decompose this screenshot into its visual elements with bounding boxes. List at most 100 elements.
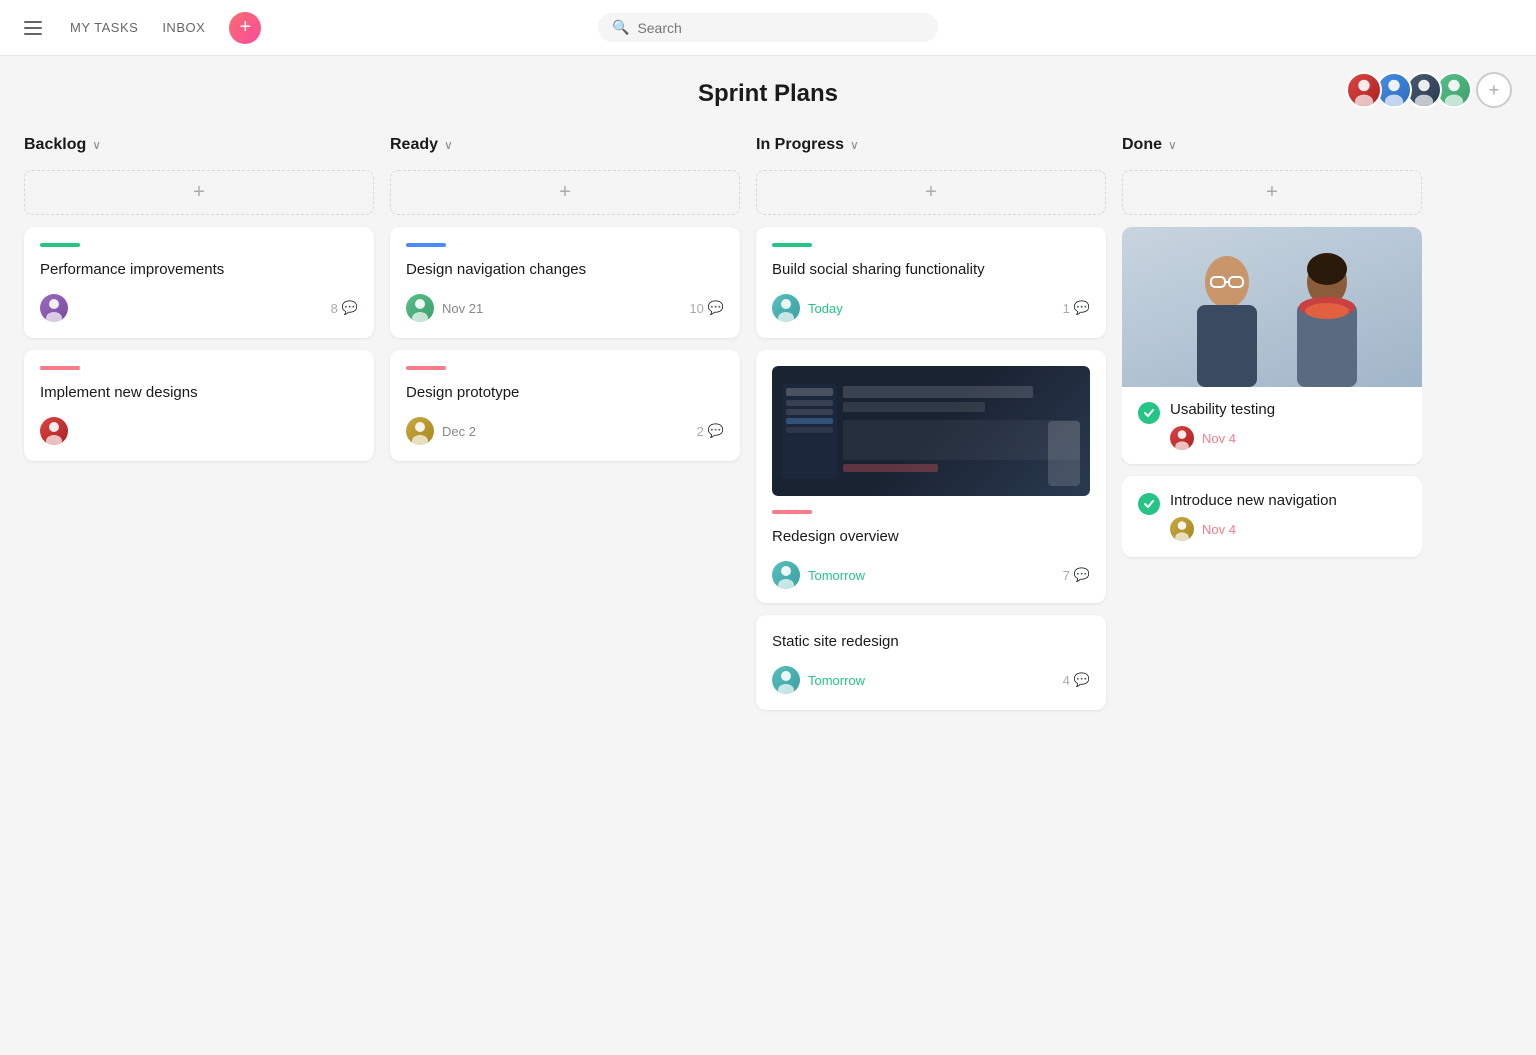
card-date: Nov 21 bbox=[442, 301, 483, 316]
add-card-inprogress[interactable]: + bbox=[756, 170, 1106, 215]
check-icon bbox=[1138, 493, 1160, 515]
my-tasks-link[interactable]: MY TASKS bbox=[70, 20, 138, 35]
card-date: Tomorrow bbox=[808, 673, 865, 688]
column-header-ready: Ready ∨ bbox=[390, 132, 740, 158]
card-footer-left bbox=[40, 294, 68, 322]
card-comments: 7 💬 bbox=[1063, 567, 1090, 583]
add-button[interactable]: + bbox=[229, 12, 261, 44]
done-card-content: Usability testing Nov 4 bbox=[1170, 401, 1406, 450]
ready-chevron[interactable]: ∨ bbox=[444, 138, 453, 152]
card-footer: Tomorrow 4 💬 bbox=[772, 666, 1090, 694]
search-bar: 🔍 bbox=[598, 13, 938, 42]
card-avatar bbox=[772, 294, 800, 322]
card-footer-left: Today bbox=[772, 294, 843, 322]
hamburger-menu[interactable] bbox=[20, 17, 46, 39]
card-title: Design prototype bbox=[406, 382, 724, 403]
comment-count: 2 bbox=[697, 424, 704, 439]
comment-count: 7 bbox=[1063, 568, 1070, 583]
column-title-backlog: Backlog bbox=[24, 136, 86, 154]
page-title: Sprint Plans bbox=[698, 80, 838, 108]
card-title: Static site redesign bbox=[772, 631, 1090, 652]
top-navigation: MY TASKS INBOX + 🔍 bbox=[0, 0, 1536, 56]
card-footer: Dec 2 2 💬 bbox=[406, 417, 724, 445]
card-performance-improvements: Performance improvements 8 💬 bbox=[24, 227, 374, 338]
inbox-link[interactable]: INBOX bbox=[162, 20, 205, 35]
inprogress-chevron[interactable]: ∨ bbox=[850, 138, 859, 152]
card-date: Tomorrow bbox=[808, 568, 865, 583]
card-avatar bbox=[772, 666, 800, 694]
card-accent bbox=[40, 366, 80, 370]
comment-icon: 💬 bbox=[1074, 567, 1090, 583]
card-comments: 2 💬 bbox=[697, 423, 724, 439]
search-input[interactable] bbox=[637, 20, 924, 36]
column-backlog: Backlog ∨ + Performance improvements 8 bbox=[24, 132, 374, 473]
card-comments: 8 💬 bbox=[331, 300, 358, 316]
team-avatars: + bbox=[1346, 72, 1512, 108]
card-implement-new-designs: Implement new designs bbox=[24, 350, 374, 461]
card-title: Design navigation changes bbox=[406, 259, 724, 280]
done-card-inner: Introduce new navigation Nov 4 bbox=[1138, 492, 1406, 541]
add-card-ready[interactable]: + bbox=[390, 170, 740, 215]
done-card-date: Nov 4 bbox=[1202, 522, 1236, 537]
backlog-chevron[interactable]: ∨ bbox=[92, 138, 101, 152]
check-icon bbox=[1138, 402, 1160, 424]
column-title-done: Done bbox=[1122, 136, 1162, 154]
card-date: Today bbox=[808, 301, 843, 316]
nav-left: MY TASKS INBOX + bbox=[20, 12, 261, 44]
card-accent bbox=[406, 243, 446, 247]
card-comments: 10 💬 bbox=[689, 300, 724, 316]
comment-count: 4 bbox=[1063, 673, 1070, 688]
card-avatar bbox=[40, 417, 68, 445]
column-done: Done ∨ + bbox=[1122, 132, 1422, 569]
search-icon: 🔍 bbox=[612, 19, 629, 36]
avatar-1[interactable] bbox=[1346, 72, 1382, 108]
done-card-content: Introduce new navigation Nov 4 bbox=[1170, 492, 1406, 541]
comment-count: 8 bbox=[331, 301, 338, 316]
done-card-footer: Nov 4 bbox=[1170, 426, 1406, 450]
card-image-usability bbox=[1122, 227, 1422, 387]
card-accent bbox=[772, 243, 812, 247]
card-footer-left: Tomorrow bbox=[772, 561, 865, 589]
card-image bbox=[772, 366, 1090, 496]
done-card-title: Introduce new navigation bbox=[1170, 492, 1406, 509]
card-avatar bbox=[406, 294, 434, 322]
page-header: Sprint Plans + bbox=[0, 56, 1536, 124]
card-avatar bbox=[40, 294, 68, 322]
card-accent bbox=[40, 243, 80, 247]
card-design-prototype: Design prototype Dec 2 2 💬 bbox=[390, 350, 740, 461]
card-footer-left: Dec 2 bbox=[406, 417, 476, 445]
column-header-backlog: Backlog ∨ bbox=[24, 132, 374, 158]
card-avatar bbox=[772, 561, 800, 589]
card-title: Build social sharing functionality bbox=[772, 259, 1090, 280]
done-chevron[interactable]: ∨ bbox=[1168, 138, 1177, 152]
done-card-date: Nov 4 bbox=[1202, 431, 1236, 446]
add-card-done[interactable]: + bbox=[1122, 170, 1422, 215]
card-static-site: Static site redesign Tomorrow 4 💬 bbox=[756, 615, 1106, 710]
card-introduce-navigation: Introduce new navigation Nov 4 bbox=[1122, 476, 1422, 557]
card-title: Implement new designs bbox=[40, 382, 358, 403]
card-avatar bbox=[1170, 517, 1194, 541]
comment-icon: 💬 bbox=[342, 300, 358, 316]
add-member-button[interactable]: + bbox=[1476, 72, 1512, 108]
card-design-navigation: Design navigation changes Nov 21 10 💬 bbox=[390, 227, 740, 338]
done-card-footer: Nov 4 bbox=[1170, 517, 1406, 541]
done-card-inner: Usability testing Nov 4 bbox=[1138, 401, 1406, 450]
kanban-board: Backlog ∨ + Performance improvements 8 bbox=[0, 124, 1536, 746]
card-accent bbox=[772, 510, 812, 514]
card-title: Redesign overview bbox=[772, 526, 1090, 547]
card-footer: Tomorrow 7 💬 bbox=[772, 561, 1090, 589]
column-title-ready: Ready bbox=[390, 136, 438, 154]
comment-icon: 💬 bbox=[1074, 300, 1090, 316]
column-in-progress: In Progress ∨ + Build social sharing fun… bbox=[756, 132, 1106, 722]
card-comments: 1 💬 bbox=[1063, 300, 1090, 316]
column-header-done: Done ∨ bbox=[1122, 132, 1422, 158]
card-footer: Nov 21 10 💬 bbox=[406, 294, 724, 322]
card-footer-left: Tomorrow bbox=[772, 666, 865, 694]
add-card-backlog[interactable]: + bbox=[24, 170, 374, 215]
card-footer-left: Nov 21 bbox=[406, 294, 483, 322]
card-comments: 4 💬 bbox=[1063, 672, 1090, 688]
card-footer: 8 💬 bbox=[40, 294, 358, 322]
card-title: Performance improvements bbox=[40, 259, 358, 280]
card-footer bbox=[40, 417, 358, 445]
card-social-sharing: Build social sharing functionality Today… bbox=[756, 227, 1106, 338]
